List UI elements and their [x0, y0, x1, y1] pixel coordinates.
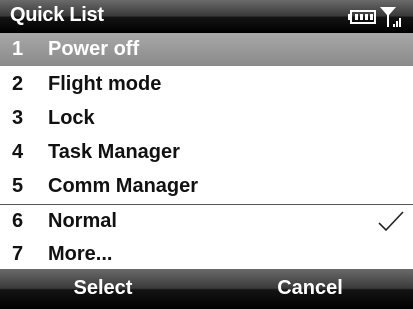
cancel-softkey[interactable]: Cancel — [207, 269, 413, 309]
item-number: 6 — [12, 210, 24, 232]
battery-icon — [348, 10, 376, 24]
menu-item-flight-mode[interactable]: 2 Flight mode — [0, 68, 413, 101]
item-label: More... — [48, 243, 113, 265]
checkmark-icon — [378, 211, 404, 232]
select-softkey[interactable]: Select — [0, 269, 206, 309]
status-icons — [348, 7, 401, 27]
signal-icon — [380, 7, 401, 27]
menu-item-lock[interactable]: 3 Lock — [0, 102, 413, 135]
item-label: Power off — [48, 38, 140, 60]
item-label: Flight mode — [48, 73, 162, 95]
title-bar: Quick List — [0, 0, 413, 33]
page-title: Quick List — [10, 4, 104, 26]
item-number: 4 — [12, 141, 24, 163]
item-label: Lock — [48, 107, 95, 129]
item-label: Normal — [48, 210, 117, 232]
item-label: Task Manager — [48, 141, 180, 163]
menu-item-power-off[interactable]: 1 Power off — [0, 33, 413, 66]
item-label: Comm Manager — [48, 175, 199, 197]
item-number: 3 — [12, 107, 24, 129]
quick-list-menu: 1 Power off 2 Flight mode 3 Lock 4 Task … — [0, 33, 413, 269]
item-number: 7 — [12, 243, 24, 265]
softkey-bar: Select Cancel — [0, 269, 413, 309]
item-number: 5 — [12, 175, 24, 197]
menu-item-task-manager[interactable]: 4 Task Manager — [0, 136, 413, 169]
menu-item-comm-manager[interactable]: 5 Comm Manager — [0, 170, 413, 203]
menu-item-more[interactable]: 7 More... — [0, 238, 413, 271]
item-number: 2 — [12, 73, 24, 95]
menu-item-normal[interactable]: 6 Normal — [0, 205, 413, 238]
item-number: 1 — [12, 38, 24, 60]
